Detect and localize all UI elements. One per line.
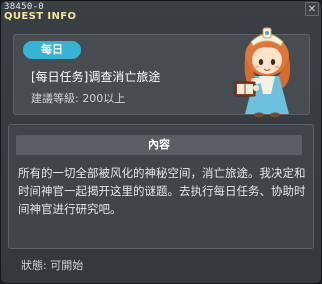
content-header: 內容 [16,135,302,155]
recommended-level: 建議等級: 200以上 [31,92,126,105]
title-bar[interactable]: 38450-0 QUEST INFO ✕ [1,1,321,23]
close-icon: ✕ [307,4,317,15]
window-title: QUEST INFO [4,11,77,22]
quest-info-window: 38450-0 QUEST INFO ✕ 每日 [每日任务]调查消亡旅途 建議等… [0,0,322,284]
quest-title: [每日任务]调查消亡旅途 [31,70,161,84]
close-button[interactable]: ✕ [305,2,319,16]
daily-badge: 每日 [23,41,81,59]
quest-status: 狀態: 可開始 [21,259,84,272]
quest-description: 所有的一切全部被风化的神秘空间，消亡旅途。我决定和时间神官一起揭开这里的谜题。去… [18,166,306,216]
npc-portrait-icon [234,27,291,118]
